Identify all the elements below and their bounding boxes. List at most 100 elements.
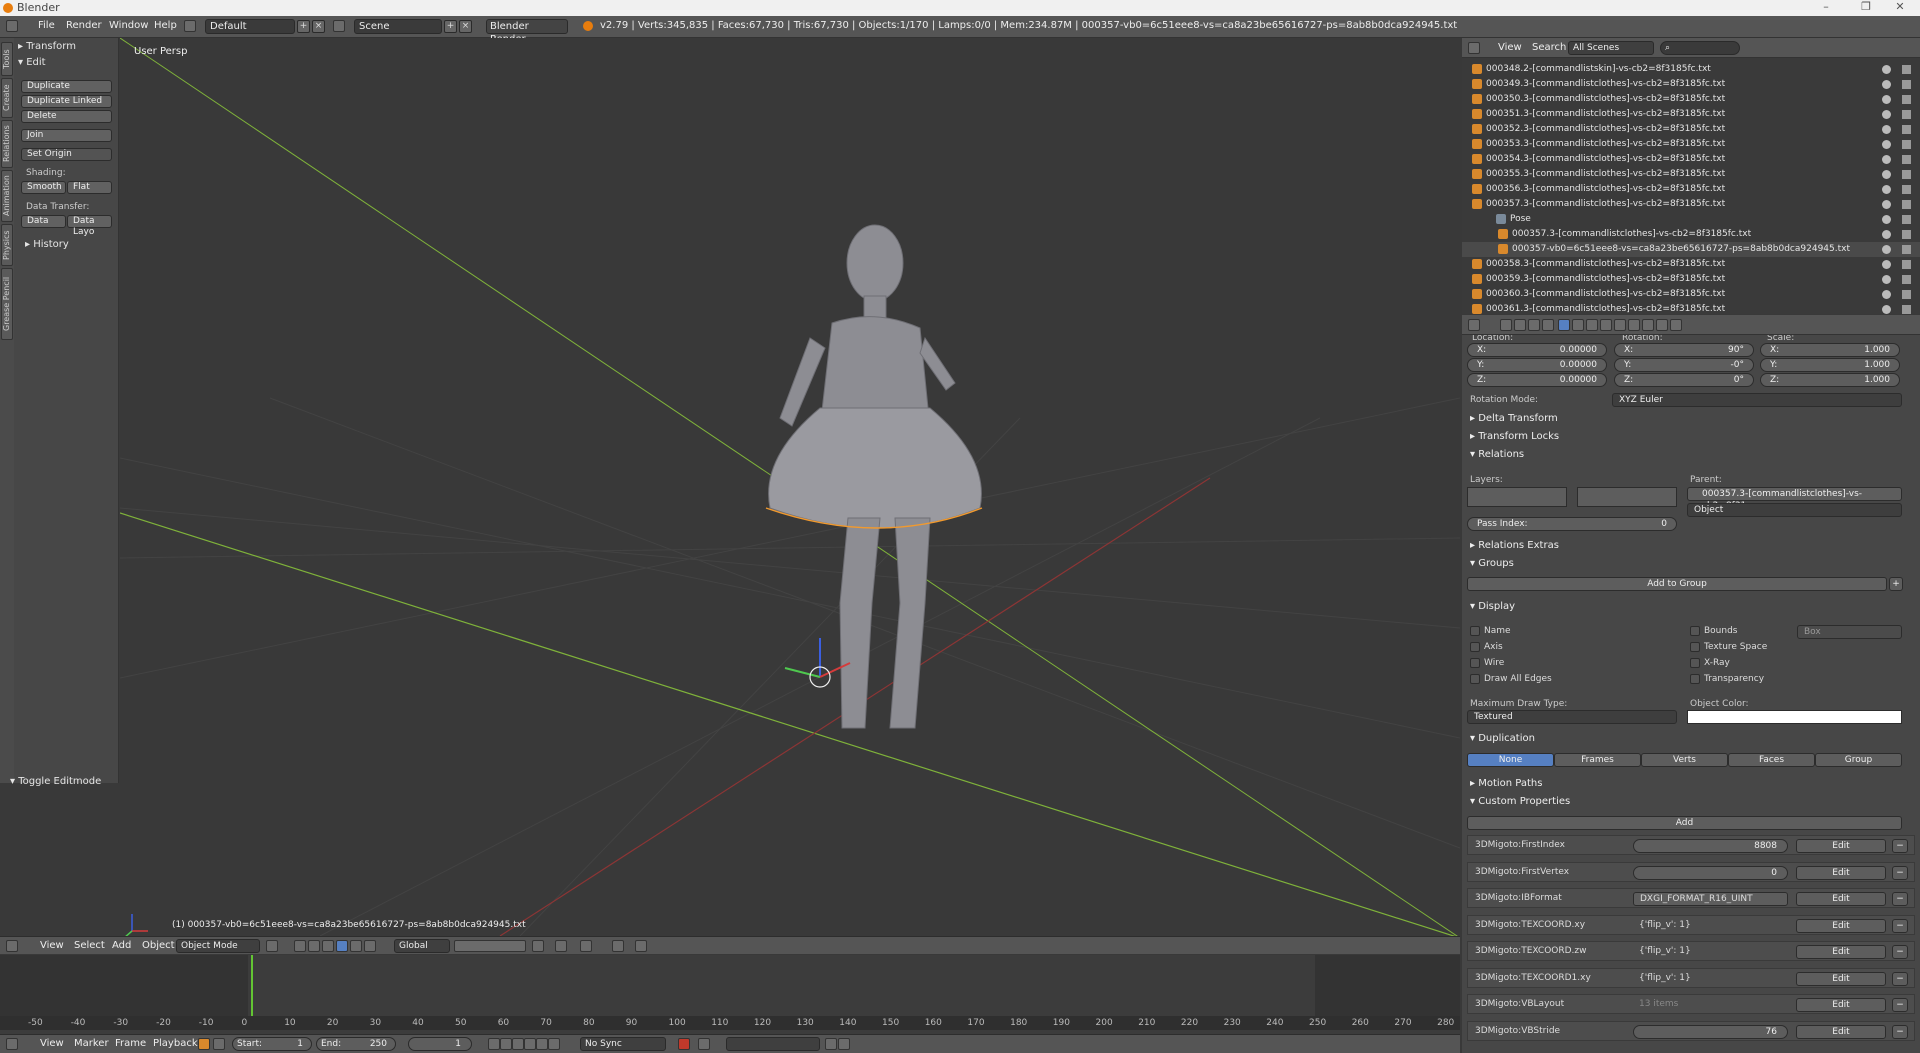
visibility-eye-icon[interactable] [1882,245,1891,254]
outliner-row[interactable]: 000357.3-[commandlistclothes]-vs-cb2=8f3… [1462,227,1920,242]
outliner-row[interactable]: 000358.3-[commandlistclothes]-vs-cb2=8f3… [1462,257,1920,272]
outliner-row[interactable]: 000351.3-[commandlistclothes]-vs-cb2=8f3… [1462,107,1920,122]
render-camera-icon[interactable] [1902,170,1911,179]
flat-button[interactable]: Flat [67,181,112,194]
delta-transform-panel[interactable]: ▸ Delta Transform [1462,411,1920,427]
menu-window[interactable]: Window [109,20,148,31]
editor-type-icon[interactable] [6,20,18,32]
data-layout-button[interactable]: Data Layo [67,215,112,237]
remove-property-icon[interactable]: − [1892,971,1908,986]
play-icon[interactable] [524,1038,536,1050]
play-reverse-icon[interactable] [512,1038,524,1050]
remove-property-icon[interactable]: − [1892,1024,1908,1039]
proportional-editing-icon[interactable] [555,940,567,952]
relations-panel[interactable]: ▾ Relations [1462,447,1920,463]
render-camera-icon[interactable] [1902,140,1911,149]
visibility-eye-icon[interactable] [1882,110,1891,119]
insert-keyframe-icon[interactable] [825,1038,837,1050]
menu-view[interactable]: View [1498,42,1522,53]
data-tab-icon[interactable] [1600,319,1612,331]
current-frame-marker[interactable] [251,955,253,1017]
display-panel[interactable]: ▾ Display [1462,599,1920,615]
parent-field[interactable]: 000357.3-[commandlistclothes]-vs-cb2=8f3… [1687,487,1902,511]
rotation-z-field[interactable]: Z: 0° [1614,373,1754,387]
editor-type-icon[interactable] [6,940,18,952]
render-layers-tab-icon[interactable] [1514,319,1526,331]
remove-scene-button[interactable]: × [459,20,472,33]
add-property-button[interactable]: Add [1467,816,1902,830]
character-model[interactable] [768,224,982,729]
edit-property-button[interactable]: Edit [1796,839,1886,853]
render-camera-icon[interactable] [1902,215,1911,224]
render-camera-icon[interactable] [1902,290,1911,299]
visibility-eye-icon[interactable] [1882,275,1891,284]
outliner-row[interactable]: 000359.3-[commandlistclothes]-vs-cb2=8f3… [1462,272,1920,287]
outliner-row[interactable]: 000355.3-[commandlistclothes]-vs-cb2=8f3… [1462,167,1920,182]
transform-locks-panel[interactable]: ▸ Transform Locks [1462,429,1920,445]
edit-property-button[interactable]: Edit [1796,971,1886,986]
render-camera-icon[interactable] [1902,155,1911,164]
object-color-swatch[interactable] [1687,710,1902,724]
pass-index-field[interactable]: Pass Index: 0 [1467,517,1677,531]
edit-property-button[interactable]: Edit [1796,892,1886,906]
jump-end-icon[interactable] [548,1038,560,1050]
layers-grid-right[interactable] [1577,487,1677,507]
custom-property-value[interactable]: 13 items [1633,998,1788,1012]
world-tab-icon[interactable] [1542,319,1554,331]
3d-viewport[interactable] [120,38,1460,936]
visibility-eye-icon[interactable] [1882,125,1891,134]
visibility-eye-icon[interactable] [1882,95,1891,104]
layers-grid-left[interactable] [1467,487,1567,507]
render-camera-icon[interactable] [1902,260,1911,269]
outliner-row[interactable]: 000350.3-[commandlistclothes]-vs-cb2=8f3… [1462,92,1920,107]
render-camera-icon[interactable] [1902,245,1911,254]
render-tab-icon[interactable] [1500,319,1512,331]
preview-range-icon[interactable] [213,1038,225,1050]
record-icon[interactable] [678,1038,690,1050]
menu-render[interactable]: Render [66,20,102,31]
scale-x-field[interactable]: X: 1.000 [1760,343,1900,357]
prev-keyframe-icon[interactable] [500,1038,512,1050]
outliner-row[interactable]: 000352.3-[commandlistclothes]-vs-cb2=8f3… [1462,122,1920,137]
transparency-checkbox[interactable] [1690,674,1700,684]
menu-frame[interactable]: Frame [115,1038,146,1049]
editor-type-icon[interactable] [1468,319,1480,331]
render-camera-icon[interactable] [1902,230,1911,239]
outliner-row[interactable]: 000360.3-[commandlistclothes]-vs-cb2=8f3… [1462,287,1920,302]
sync-mode-select[interactable]: No Sync [580,1037,666,1051]
edit-property-button[interactable]: Edit [1796,918,1886,933]
render-camera-icon[interactable] [1902,110,1911,119]
smooth-button[interactable]: Smooth [21,181,66,194]
menu-file[interactable]: File [38,20,55,31]
dup-none-button[interactable]: None [1467,753,1554,767]
add-to-group-button[interactable]: Add to Group [1467,577,1887,591]
render-camera-icon[interactable] [1902,185,1911,194]
remove-property-icon[interactable]: − [1892,839,1908,853]
bone-tab-icon[interactable] [1614,319,1626,331]
edit-property-button[interactable]: Edit [1796,865,1886,880]
pivot-point-icon[interactable] [294,940,306,952]
remove-layout-button[interactable]: × [312,20,325,33]
rotation-y-field[interactable]: Y: -0° [1614,358,1754,372]
location-x-field[interactable]: X: 0.00000 [1467,343,1607,357]
visibility-eye-icon[interactable] [1882,65,1891,74]
render-engine-select[interactable]: Blender Render [486,19,568,45]
remove-property-icon[interactable]: − [1892,918,1908,933]
menu-marker[interactable]: Marker [74,1038,109,1049]
outliner-row[interactable]: 000349.3-[commandlistclothes]-vs-cb2=8f3… [1462,77,1920,92]
tab-relations[interactable]: Relations [1,120,13,168]
custom-property-value[interactable]: {'flip_v': 1} [1633,919,1788,933]
visibility-eye-icon[interactable] [1882,215,1891,224]
screen-layout-field[interactable]: Default [205,19,295,34]
transform-icon[interactable] [364,940,376,952]
screen-layout-icon[interactable] [184,20,196,32]
custom-property-value[interactable]: {'flip_v': 1} [1633,945,1788,959]
scale-y-field[interactable]: Y: 1.000 [1760,358,1900,372]
duplicate-linked-button[interactable]: Duplicate Linked [21,95,112,108]
add-scene-button[interactable]: + [444,20,457,33]
jump-start-icon[interactable] [488,1038,500,1050]
close-button[interactable]: ✕ [1880,0,1920,16]
remove-property-icon[interactable]: − [1892,892,1908,906]
visibility-eye-icon[interactable] [1882,155,1891,164]
scene-field[interactable]: Scene [354,19,442,34]
